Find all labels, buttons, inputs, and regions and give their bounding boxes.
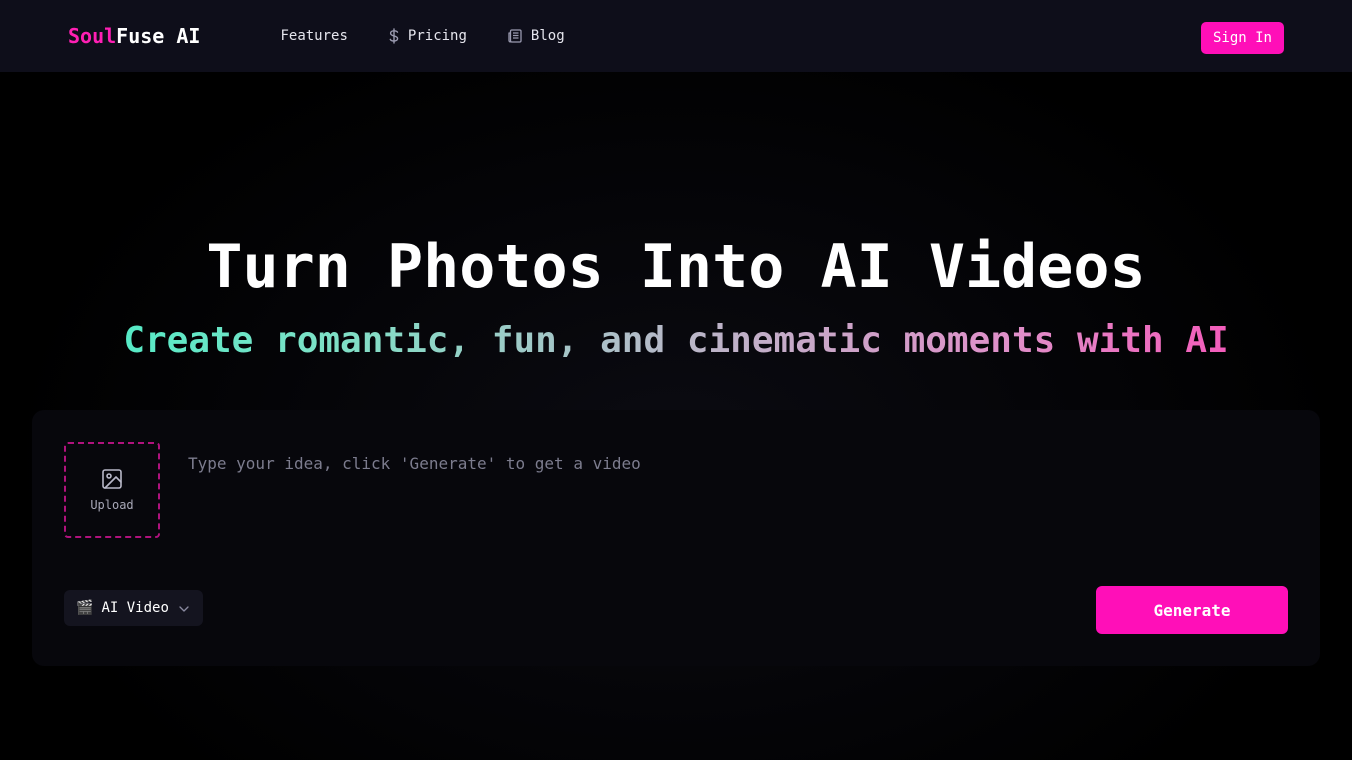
top-navbar: SoulFuse AI Features Pricing Blog Sign I… [0, 0, 1352, 72]
newspaper-icon [507, 28, 523, 44]
dollar-icon [388, 28, 400, 44]
upload-label: Upload [90, 498, 134, 512]
model-select-label: AI Video [101, 600, 169, 616]
nav-item-blog[interactable]: Blog [507, 28, 565, 44]
main-nav: Features Pricing Blog [280, 28, 564, 44]
image-icon [101, 468, 123, 494]
generator-panel: Upload 🎬 AI Video Generate [32, 410, 1320, 666]
generate-button[interactable]: Generate [1096, 586, 1288, 634]
prompt-input[interactable] [188, 454, 1288, 554]
clapperboard-icon: 🎬 [76, 600, 94, 616]
nav-features-label: Features [280, 28, 348, 44]
brand-logo[interactable]: SoulFuse AI [68, 24, 200, 48]
sign-in-button[interactable]: Sign In [1200, 22, 1284, 54]
nav-blog-label: Blog [530, 28, 565, 44]
upload-dropzone[interactable]: Upload [64, 442, 160, 538]
nav-pricing-label: Pricing [407, 28, 467, 44]
model-select-dropdown[interactable]: 🎬 AI Video [64, 590, 203, 626]
nav-item-features[interactable]: Features [280, 28, 347, 44]
hero-title: Turn Photos Into AI Videos [206, 232, 1146, 302]
logo-soul-text: Soul [68, 24, 117, 48]
chevron-down-icon [179, 602, 189, 615]
logo-fuse-text: Fuse AI [116, 24, 201, 48]
hero-subtitle: Create romantic, fun, and cinematic mome… [0, 320, 1352, 361]
nav-item-pricing[interactable]: Pricing [388, 28, 467, 44]
